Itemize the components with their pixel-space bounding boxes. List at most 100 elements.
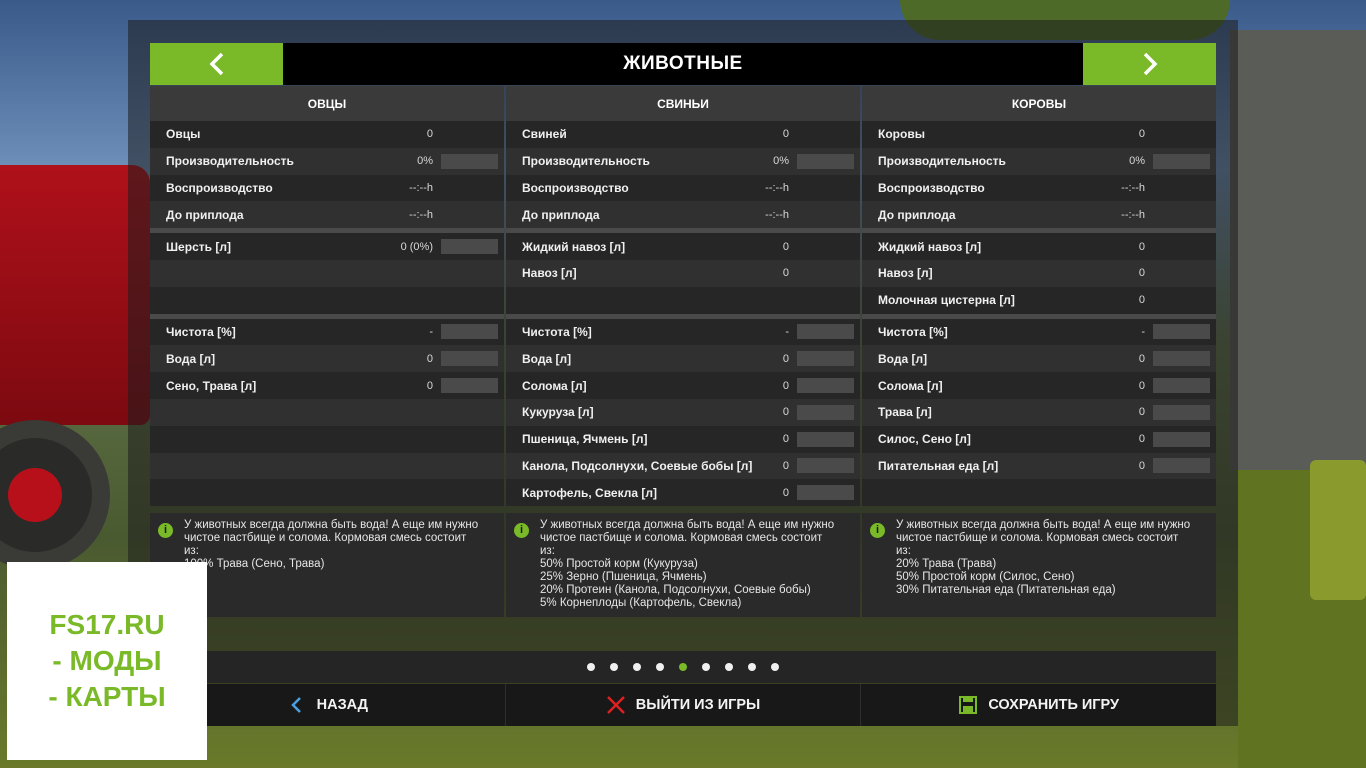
next-page-button[interactable] [1083,43,1216,85]
fill-level-bar [797,404,854,420]
stat-value: - [1141,325,1145,338]
info-text-line: 20% Протеин (Канола, Подсолнухи, Соевые … [540,584,811,596]
fill-level-bar [1153,207,1210,222]
stat-label: Свиней [522,127,567,142]
fill-level-bar [797,127,854,142]
stat-value: 0 (0%) [400,240,433,253]
info-text-line: 50% Простой корм (Силос, Сено) [896,571,1075,583]
stat-label: Молочная цистерна [л] [878,293,1015,308]
stat-label: Воспроизводство [166,180,273,195]
stat-row: Жидкий навоз [л] 0 [862,233,1216,260]
stat-label: Жидкий навоз [л] [878,239,982,254]
fill-level-bar [1153,378,1210,394]
stat-row: Шерсть [л] 0 (0%) [150,233,504,260]
page-dot[interactable] [725,663,733,671]
chevron-left-icon [290,697,301,713]
page-dot[interactable] [748,663,756,671]
stat-row: Коровы 0 [862,121,1216,148]
page-dot[interactable] [633,663,641,671]
info-text-line: У животных всегда должна быть вода! А ещ… [896,519,1191,531]
stat-value: 0 [782,406,789,419]
stat-value: 0 [426,352,433,365]
stat-value: 0 [782,486,789,499]
page-dot[interactable] [679,663,687,671]
stat-row: Чистота [%] - [150,318,504,346]
footer-bar: НАЗАД ВЫЙТИ ИЗ ИГРЫ СОХРАНИТЬ ИГРУ [150,684,1216,726]
fill-level-bar [441,405,498,420]
fill-level-bar [441,266,498,281]
page-dot[interactable] [587,663,595,671]
fill-level-bar [1153,431,1210,447]
stat-row: Трава [л] 0 [862,398,1216,426]
page-dot[interactable] [771,663,779,671]
stat-value: --:--h [1121,181,1145,194]
fill-level-bar [797,378,854,394]
stat-label: Производительность [878,154,1006,169]
info-text-line: У животных всегда должна быть вода! А ещ… [184,519,479,531]
site-watermark: FS17.RU - МОДЫ - КАРТЫ [7,562,207,760]
fill-level-bar [1153,153,1210,169]
stat-value: 0% [417,155,433,168]
stat-label: До приплода [522,207,600,222]
stat-row [150,286,504,314]
quit-game-label: ВЫЙТИ ИЗ ИГРЫ [635,697,761,713]
fill-level-bar [797,207,854,222]
fill-level-bar [1153,266,1210,281]
quit-game-button[interactable]: ВЫЙТИ ИЗ ИГРЫ [506,684,862,726]
column-header: КОРОВЫ [862,86,1216,121]
stat-value: 0 [782,433,789,446]
page-dot[interactable] [656,663,664,671]
stat-row: Жидкий навоз [л] 0 [506,233,860,260]
stat-row: Пшеница, Ячмень [л] 0 [506,425,860,453]
fill-level-bar [441,293,498,308]
info-text-line: чистое пастбище и солома. Кормовая смесь… [896,532,1179,544]
stat-row: Воспроизводство --:--h [506,174,860,202]
stat-label: Пшеница, Ячмень [л] [522,432,648,447]
stat-row: Молочная цистерна [л] 0 [862,286,1216,314]
save-game-button[interactable]: СОХРАНИТЬ ИГРУ [861,684,1216,726]
info-icon: i [870,523,885,538]
stat-value: --:--h [1121,208,1145,221]
stat-row: Чистота [%] - [862,318,1216,346]
floppy-disk-icon [959,696,978,714]
stat-value: 0 [1138,128,1145,141]
fill-level-bar [441,458,498,473]
stat-label: Шерсть [л] [166,239,231,254]
fill-level-bar [441,127,498,142]
info-text-line: из: [540,545,555,557]
chevron-left-icon [209,52,223,76]
prev-page-button[interactable] [150,43,283,85]
stat-value: 0 [782,128,789,141]
info-text-line: чистое пастбище и солома. Кормовая смесь… [540,532,823,544]
stat-row: До приплода --:--h [862,201,1216,229]
fill-level-bar [797,485,854,501]
fill-level-bar [797,266,854,281]
stat-label: Жидкий навоз [л] [522,239,626,254]
stat-value: 0 [1138,240,1145,253]
stat-value: 0 [1138,379,1145,392]
stat-row: До приплода --:--h [150,201,504,229]
stat-row [150,398,504,426]
info-icon: i [158,523,173,538]
info-text-line: 30% Питательная еда (Питательная еда) [896,584,1116,596]
fill-level-bar [1153,293,1210,308]
stat-label: Кукуруза [л] [522,405,594,420]
stat-label: Чистота [%] [166,324,236,339]
fill-level-bar [797,324,854,340]
page-dot[interactable] [702,663,710,671]
stat-label: Навоз [л] [522,266,577,281]
fill-level-bar [1153,458,1210,474]
page-dot[interactable] [610,663,618,671]
fill-level-bar [441,485,498,500]
stat-value: --:--h [409,181,433,194]
stat-value: 0 [1138,294,1145,307]
info-text-line: 20% Трава (Трава) [896,558,997,570]
stat-label: Чистота [%] [522,324,592,339]
stat-value: 0 [782,379,789,392]
info-text-line: чистое пастбище и солома. Кормовая смесь… [184,532,467,544]
stat-label: Воспроизводство [522,180,629,195]
stat-row: Питательная еда [л] 0 [862,452,1216,480]
info-text-line: из: [184,545,199,557]
watermark-line: - КАРТЫ [48,681,166,712]
stat-value: 0 [426,128,433,141]
